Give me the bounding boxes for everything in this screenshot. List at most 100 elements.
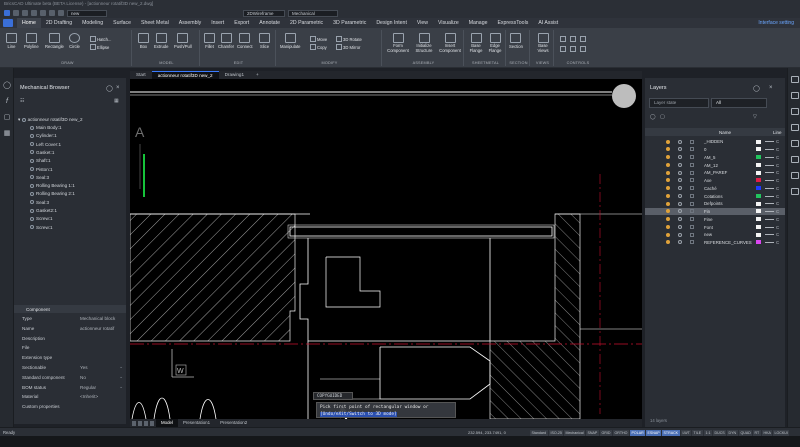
prev-tab-icon[interactable] <box>138 420 142 426</box>
status-toggle[interactable]: TILE <box>692 429 703 436</box>
hatch-tool[interactable]: Hatch... <box>90 36 111 42</box>
lock-icon[interactable] <box>690 139 694 144</box>
light-bulb-icon[interactable] <box>666 232 670 237</box>
structure-icon[interactable] <box>791 188 799 195</box>
freeze-icon[interactable] <box>678 186 682 191</box>
status-toggle[interactable]: STRACK <box>662 429 680 436</box>
app-logo-icon[interactable] <box>4 10 10 16</box>
layer-row[interactable]: new C <box>645 231 785 239</box>
component-section-header[interactable]: Component <box>14 305 126 313</box>
freeze-icon[interactable] <box>678 155 682 160</box>
layer-row[interactable]: Defpoints C <box>645 200 785 208</box>
lock-icon[interactable] <box>690 217 694 222</box>
lock-icon[interactable] <box>690 193 694 198</box>
status-toggle[interactable]: RT <box>753 429 761 436</box>
blocks-icon[interactable] <box>791 108 799 115</box>
ribbon-tab[interactable]: Insert <box>206 18 229 28</box>
drawing-canvas[interactable]: A W COPYGUIDED Pick first point of recta… <box>130 79 642 419</box>
status-toggle[interactable]: QUAD <box>739 429 753 436</box>
ribbon-tab[interactable]: Manage <box>464 18 493 28</box>
tree-item[interactable]: Seal:3 <box>30 175 49 180</box>
edge-flange-tool[interactable]: Edge Flange <box>486 33 504 53</box>
status-toggle[interactable]: GRID <box>600 429 612 436</box>
manipulate-tool[interactable]: Manipulate <box>280 33 301 49</box>
tree-root[interactable]: ▾ actionneur rotatif3D new_2 <box>18 117 83 123</box>
status-toggle[interactable]: ISO-25 <box>549 429 564 436</box>
layers-icon[interactable] <box>791 92 799 99</box>
light-bulb-icon[interactable] <box>666 162 670 167</box>
structure-icon[interactable]: ▦ <box>3 130 11 138</box>
chevron-down-icon[interactable]: ⌄ <box>119 384 123 390</box>
light-bulb-icon[interactable] <box>666 186 670 191</box>
tree-item[interactable]: Screw:1 <box>30 216 53 221</box>
light-bulb-icon[interactable] <box>666 193 670 198</box>
layer-color-swatch[interactable] <box>756 217 761 222</box>
lock-icon[interactable] <box>690 232 694 237</box>
tree-item[interactable]: Main Body:1 <box>30 125 62 130</box>
extrude-tool[interactable]: Extrude <box>154 33 168 49</box>
status-toggle[interactable]: DYN <box>727 429 738 436</box>
freeze-icon[interactable] <box>678 193 682 198</box>
open-file-icon[interactable] <box>22 10 28 16</box>
options-icon[interactable]: ▦ <box>114 98 119 104</box>
lock-icon[interactable] <box>690 178 694 183</box>
ellipse-tool[interactable]: Ellipse <box>90 44 109 50</box>
light-bulb-icon[interactable] <box>666 224 670 229</box>
lock-icon[interactable] <box>690 186 694 191</box>
delete-layer-icon[interactable]: ▢ <box>660 114 665 120</box>
slice-tool[interactable]: Slice <box>259 33 270 49</box>
base-flange-tool[interactable]: Base Flange <box>467 33 485 53</box>
print-icon[interactable] <box>40 10 46 16</box>
new-tab-button[interactable]: + <box>250 71 265 79</box>
tree-item[interactable]: Piston:1 <box>30 167 53 172</box>
status-toggle[interactable]: HKA <box>762 429 773 436</box>
properties-icon[interactable] <box>791 76 799 83</box>
layer-row[interactable]: AM_12 C <box>645 161 785 169</box>
undo-icon[interactable] <box>49 10 55 16</box>
status-toggle[interactable]: Standard <box>530 429 548 436</box>
layer-row[interactable]: AM_5 C <box>645 154 785 162</box>
layer-color-swatch[interactable] <box>756 155 761 160</box>
property-row[interactable]: Standard component No ⌄ <box>14 373 126 383</box>
application-menu-button[interactable] <box>3 19 13 27</box>
control-button[interactable] <box>570 36 577 42</box>
ribbon-tab[interactable]: Assembly <box>174 18 207 28</box>
line-tool[interactable]: Line <box>6 33 17 49</box>
layer-color-swatch[interactable] <box>756 232 761 237</box>
first-tab-icon[interactable] <box>132 420 136 426</box>
status-toggle[interactable]: ESNAP <box>646 429 662 436</box>
chevron-down-icon[interactable]: ⌄ <box>119 364 123 370</box>
property-value[interactable]: <Inherit> <box>80 394 98 399</box>
chevron-down-icon[interactable]: ⌄ <box>119 374 123 380</box>
layer-color-swatch[interactable] <box>756 170 761 175</box>
ribbon-tab[interactable]: 2D Drafting <box>41 18 77 28</box>
ribbon-tab[interactable]: 3D Parametric <box>328 18 371 28</box>
next-tab-icon[interactable] <box>144 420 148 426</box>
lock-icon[interactable] <box>690 170 694 175</box>
panels-icon[interactable] <box>791 140 799 147</box>
light-bulb-icon[interactable] <box>666 209 670 214</box>
control-button[interactable] <box>580 36 587 42</box>
layer-color-swatch[interactable] <box>756 147 761 152</box>
ribbon-tab[interactable]: 2D Parametric <box>285 18 328 28</box>
ribbon-tab[interactable]: Annotate <box>254 18 285 28</box>
layer-state-select[interactable]: Layer state <box>649 98 709 108</box>
filter-icon[interactable]: ☷ <box>20 98 24 104</box>
connect-tool[interactable]: Connect <box>237 33 253 49</box>
control-button[interactable] <box>580 46 587 52</box>
control-button[interactable] <box>560 46 567 52</box>
freeze-icon[interactable] <box>678 240 682 245</box>
layer-row[interactable]: Fine C <box>645 216 785 224</box>
light-bulb-icon[interactable] <box>666 139 670 144</box>
lock-icon[interactable] <box>690 209 694 214</box>
visual-style-select[interactable]: 2DWireframe <box>243 9 285 17</box>
ribbon-tab[interactable]: Surface <box>108 18 136 28</box>
insert-component-tool[interactable]: Insert Component <box>438 33 462 53</box>
help-icon[interactable]: ◯ <box>106 85 113 92</box>
workspace-select[interactable]: new <box>67 9 107 17</box>
light-bulb-icon[interactable] <box>666 178 670 183</box>
layer-row[interactable]: AM_PAREF C <box>645 169 785 177</box>
tree-item[interactable]: Left Cover:1 <box>30 142 61 147</box>
section-tool[interactable]: Section <box>509 33 523 49</box>
layout-tab[interactable]: Presentation2 <box>215 419 252 427</box>
